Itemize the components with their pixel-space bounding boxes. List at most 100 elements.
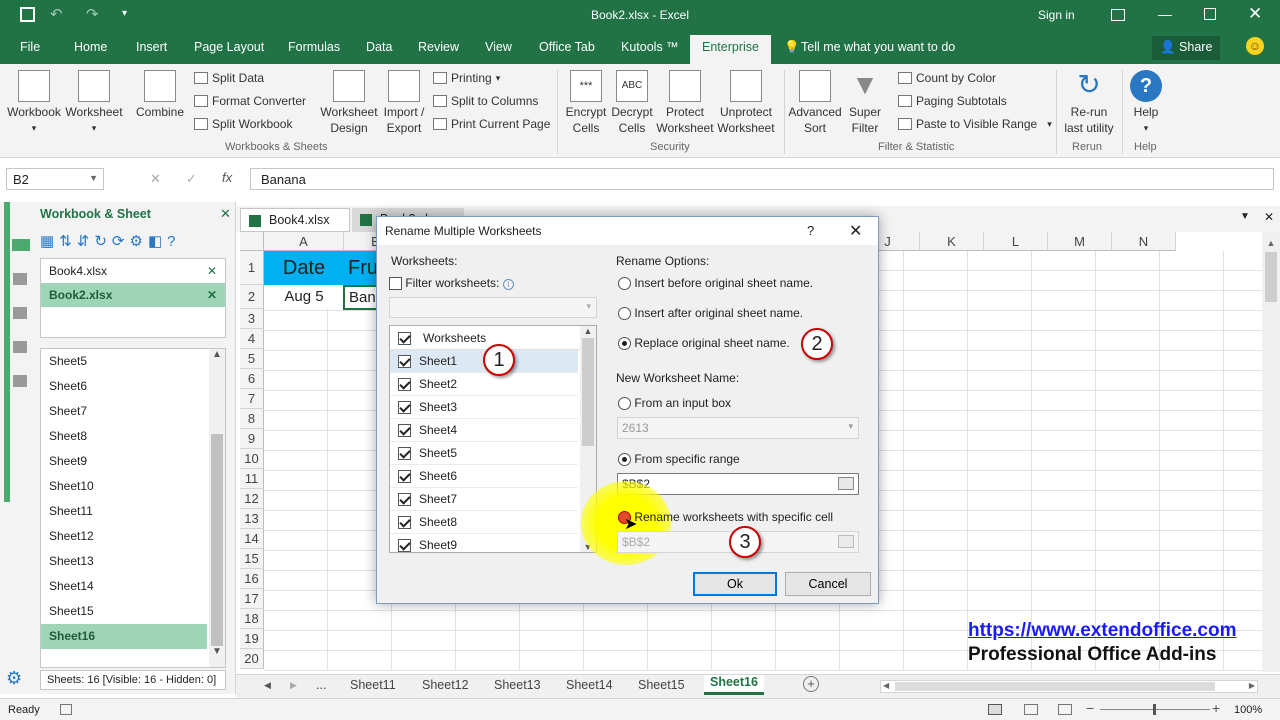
- column-header[interactable]: M: [1048, 232, 1112, 251]
- combine-button[interactable]: Combine: [132, 70, 188, 120]
- grid-icon[interactable]: ▦: [40, 233, 59, 250]
- row-header[interactable]: 18: [240, 609, 264, 629]
- worksheet-list-item[interactable]: Sheet7: [390, 488, 578, 511]
- workbook-close-icon[interactable]: ✕: [207, 264, 217, 278]
- worksheet-list-item[interactable]: Sheet4: [390, 419, 578, 442]
- filter-dropdown[interactable]: ▾: [389, 297, 597, 318]
- normal-view-icon[interactable]: [988, 704, 1002, 715]
- hscroll-left-icon[interactable]: ◀: [883, 681, 889, 690]
- sheet-list-scrollbar[interactable]: ▲ ▼: [209, 349, 225, 667]
- split-data-button[interactable]: Split Data: [194, 71, 264, 85]
- protect-worksheet-button[interactable]: Protect Worksheet: [654, 70, 716, 136]
- tab-file[interactable]: File: [20, 40, 40, 54]
- close-document-icon[interactable]: ✕: [1264, 210, 1274, 224]
- count-by-color-button[interactable]: Count by Color: [898, 71, 996, 85]
- tab-kutools[interactable]: Kutools ™: [621, 40, 679, 54]
- toggle-icon[interactable]: ◧: [148, 233, 167, 250]
- tab-office-tab[interactable]: Office Tab: [539, 40, 595, 54]
- name-box-dropdown-icon[interactable]: ▼: [89, 173, 98, 183]
- zoom-slider-thumb[interactable]: [1153, 704, 1156, 715]
- formula-input[interactable]: Banana: [250, 168, 1274, 190]
- sheet-list-item[interactable]: Sheet16: [41, 624, 207, 649]
- insert-function-icon[interactable]: fx: [222, 170, 232, 185]
- sign-in-link[interactable]: Sign in: [1038, 8, 1075, 22]
- column-list-icon[interactable]: [13, 341, 27, 353]
- option-rename-with-cell[interactable]: Rename worksheets with specific cell: [618, 510, 833, 525]
- worksheet-checkbox[interactable]: [398, 470, 411, 484]
- sheet-list-item[interactable]: Sheet15: [41, 599, 207, 624]
- worksheet-list-item[interactable]: Sheet5: [390, 442, 578, 465]
- horizontal-scrollbar[interactable]: ◀ ▶: [880, 680, 1258, 693]
- worksheet-button[interactable]: Worksheet ▾: [64, 70, 124, 136]
- zoom-slider[interactable]: [1100, 704, 1210, 715]
- option-insert-before[interactable]: Insert before original sheet name.: [618, 276, 813, 291]
- autotext-icon[interactable]: [13, 273, 27, 285]
- row-header[interactable]: 2: [240, 285, 264, 309]
- page-layout-view-icon[interactable]: [1024, 704, 1038, 715]
- column-header[interactable]: K: [920, 232, 984, 251]
- scroll-thumb[interactable]: [211, 434, 223, 646]
- tab-data[interactable]: Data: [366, 40, 392, 54]
- cell-a1[interactable]: Date: [264, 251, 344, 285]
- column-header[interactable]: L: [984, 232, 1048, 251]
- sheet-tab[interactable]: Sheet14: [566, 678, 613, 692]
- share-button[interactable]: 👤 Share: [1152, 36, 1221, 60]
- dialog-close-icon[interactable]: ✕: [849, 221, 862, 241]
- pane-close-icon[interactable]: ✕: [220, 206, 231, 222]
- watermark-url[interactable]: https://www.extendoffice.com: [968, 620, 1237, 642]
- row-header[interactable]: 13: [240, 509, 264, 529]
- worksheet-list-item[interactable]: Sheet3: [390, 396, 578, 419]
- worksheet-checkbox[interactable]: [398, 447, 411, 461]
- cell-a2[interactable]: Aug 5: [264, 285, 344, 309]
- row-header[interactable]: 6: [240, 369, 264, 389]
- listbox-scroll-thumb[interactable]: [582, 338, 594, 446]
- tab-home[interactable]: Home: [74, 40, 107, 54]
- row-header[interactable]: 17: [240, 589, 264, 609]
- format-converter-button[interactable]: Format Converter: [194, 94, 306, 108]
- minimize-icon[interactable]: —: [1158, 6, 1172, 22]
- workbook-item[interactable]: Book4.xlsx ✕: [41, 259, 225, 283]
- settings-icon[interactable]: ⚙: [130, 233, 148, 250]
- tab-insert[interactable]: Insert: [136, 40, 167, 54]
- radio-input-box[interactable]: [618, 397, 631, 411]
- row-header[interactable]: 10: [240, 449, 264, 469]
- scroll-down-icon[interactable]: ▼: [209, 646, 225, 657]
- option-insert-after[interactable]: Insert after original sheet name.: [618, 306, 803, 321]
- tab-view[interactable]: View: [485, 40, 512, 54]
- macro-record-icon[interactable]: [60, 704, 72, 715]
- hscroll-thumb[interactable]: [895, 682, 1215, 691]
- tab-review[interactable]: Review: [418, 40, 459, 54]
- find-replace-icon[interactable]: [13, 375, 27, 387]
- radio-from-range[interactable]: [618, 453, 631, 467]
- sheet-tab[interactable]: Sheet13: [494, 678, 541, 692]
- row-header[interactable]: 9: [240, 429, 264, 449]
- rerun-button[interactable]: ↻ Re-run last utility: [1058, 70, 1120, 136]
- sheet-list-item[interactable]: Sheet6: [41, 374, 207, 399]
- tab-formulas[interactable]: Formulas: [288, 40, 340, 54]
- paging-subtotals-button[interactable]: Paging Subtotals: [898, 94, 1007, 108]
- sheet-tab[interactable]: Sheet15: [638, 678, 685, 692]
- split-workbook-button[interactable]: Split Workbook: [194, 117, 292, 131]
- option-replace[interactable]: Replace original sheet name.: [618, 336, 790, 351]
- workbook-button[interactable]: Workbook ▾: [4, 70, 64, 136]
- super-filter-button[interactable]: ▼ Super Filter: [844, 70, 886, 136]
- decrypt-cells-button[interactable]: ABC Decrypt Cells: [608, 70, 656, 136]
- worksheet-checkbox[interactable]: [398, 355, 411, 369]
- row-header[interactable]: 19: [240, 629, 264, 649]
- row-header[interactable]: 20: [240, 649, 264, 669]
- worksheet-checkbox[interactable]: [398, 401, 411, 415]
- print-current-page-button[interactable]: Print Current Page: [433, 117, 550, 131]
- row-header[interactable]: 8: [240, 409, 264, 429]
- zoom-in-icon[interactable]: +: [1212, 700, 1220, 716]
- sheet-tab[interactable]: Sheet11: [350, 678, 396, 692]
- column-header[interactable]: A: [264, 232, 344, 251]
- row-header[interactable]: 15: [240, 549, 264, 569]
- listbox-scroll-up-icon[interactable]: ▲: [580, 326, 596, 336]
- radio-after[interactable]: [618, 307, 631, 321]
- smiley-icon[interactable]: ☺: [1246, 37, 1264, 55]
- select-all-checkbox[interactable]: [398, 332, 411, 346]
- radio-before[interactable]: [618, 277, 631, 291]
- tell-me-input[interactable]: Tell me what you want to do: [801, 40, 955, 54]
- worksheet-checkbox[interactable]: [398, 539, 411, 552]
- sheet-tab[interactable]: Sheet16: [704, 675, 764, 695]
